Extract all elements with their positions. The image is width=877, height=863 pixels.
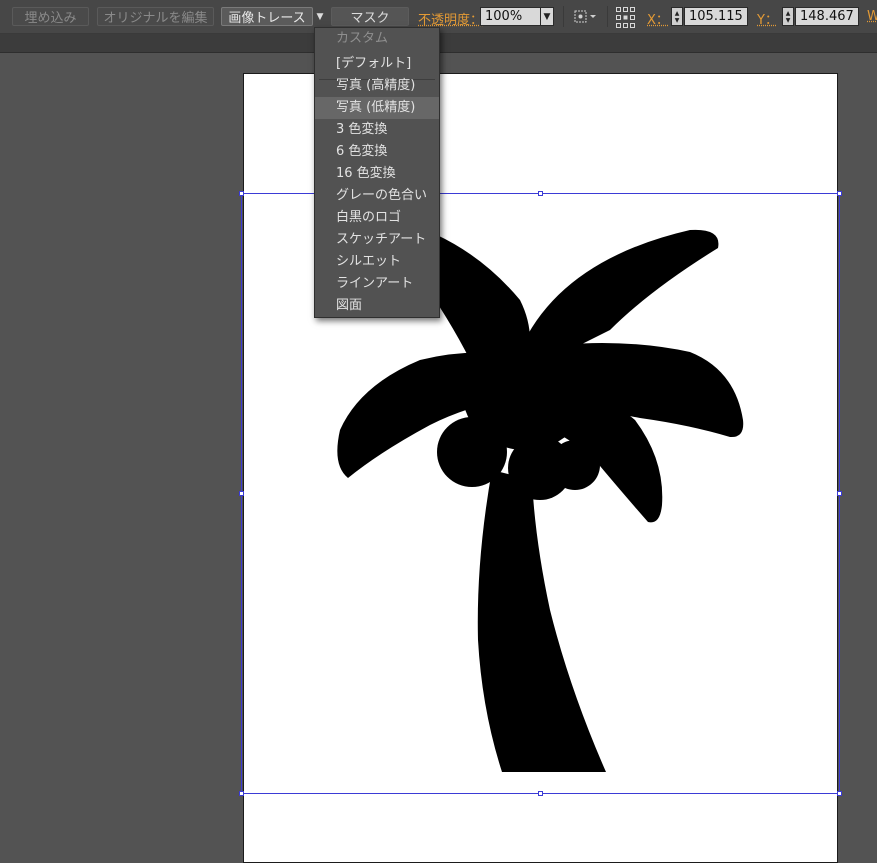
menu-item-photo-low[interactable]: 写真 (低精度) [315, 97, 439, 119]
resize-handle-bottom[interactable] [538, 791, 543, 796]
menu-item-3-colors[interactable]: 3 色変換 [315, 119, 439, 141]
resize-handle-bottom-right[interactable] [837, 791, 842, 796]
menu-item-6-colors[interactable]: 6 色変換 [315, 141, 439, 163]
menu-item-photo-high[interactable]: 写真 (高精度) [315, 75, 439, 97]
menu-item-default[interactable]: [デフォルト] [315, 53, 439, 75]
menu-item-16-colors[interactable]: 16 色変換 [315, 163, 439, 185]
menu-header-custom: カスタム [336, 31, 389, 46]
menu-item-silhouettes[interactable]: シルエット [315, 251, 439, 273]
resize-handle-left[interactable] [239, 491, 244, 496]
menu-item-line-art[interactable]: ラインアート [315, 273, 439, 295]
resize-handle-top-left[interactable] [239, 191, 244, 196]
image-trace-preset-menu: カスタム [デフォルト] 写真 (高精度) 写真 (低精度) 3 色変換 6 色… [314, 27, 440, 318]
resize-handle-top-right[interactable] [837, 191, 842, 196]
resize-handle-top[interactable] [538, 191, 543, 196]
resize-handle-bottom-left[interactable] [239, 791, 244, 796]
menu-item-shades-of-gray[interactable]: グレーの色合い [315, 185, 439, 207]
menu-item-sketched-art[interactable]: スケッチアート [315, 229, 439, 251]
menu-item-technical-drawing[interactable]: 図面 [315, 295, 439, 317]
menu-item-bw-logo[interactable]: 白黒のロゴ [315, 207, 439, 229]
resize-handle-right[interactable] [837, 491, 842, 496]
